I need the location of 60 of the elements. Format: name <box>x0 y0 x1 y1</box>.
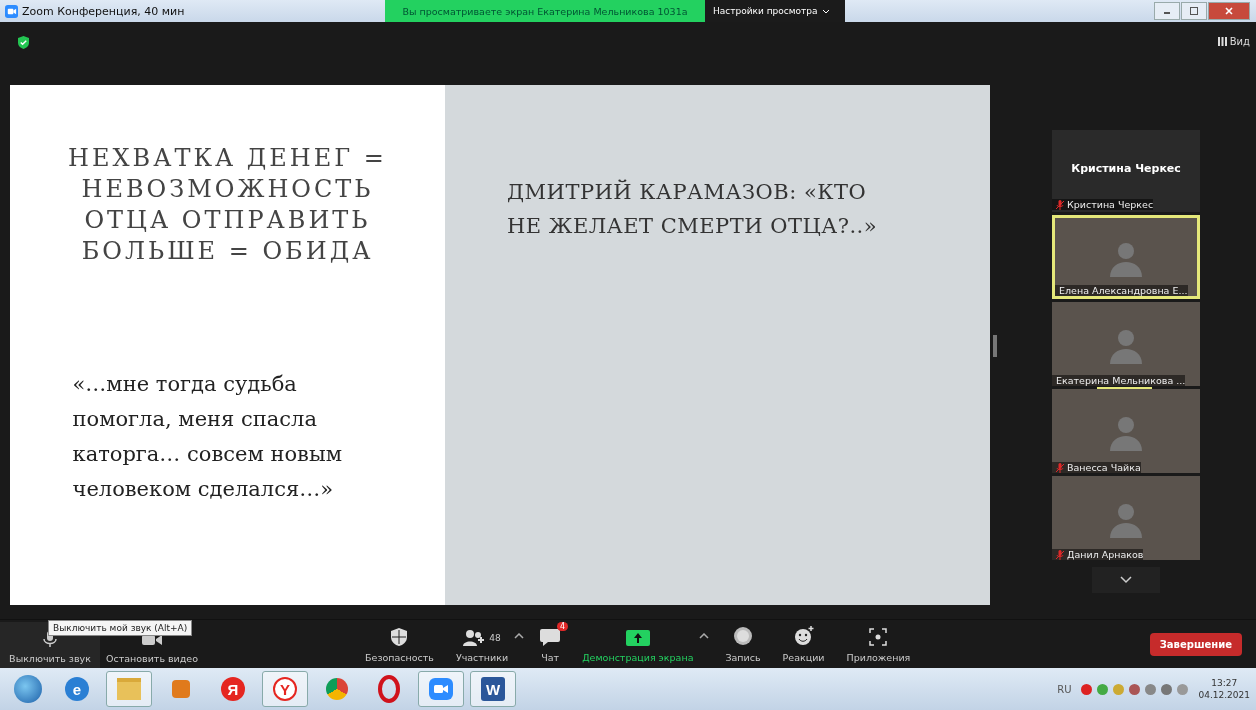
video-camera-icon <box>142 633 162 647</box>
participant-name: Кристина Черкес <box>1071 162 1181 175</box>
windows-orb-icon <box>14 675 42 703</box>
view-options-button[interactable]: Настройки просмотра <box>705 0 845 22</box>
chat-bubble-icon <box>540 628 561 646</box>
grid-icon <box>1217 37 1227 46</box>
chevron-down-icon <box>821 8 830 14</box>
taskbar-app-button[interactable]: Y <box>262 671 308 707</box>
slide-quote: «…мне тогда судьба помогла, меня спасла каторга… совсем новым человеком сделался…» <box>72 371 343 503</box>
caret-up-icon[interactable] <box>514 633 525 639</box>
share-button[interactable]: Демонстрация экрана <box>576 621 700 667</box>
participant-name: Кристина Черкес <box>1067 199 1154 210</box>
taskbar-app-button[interactable]: W <box>470 671 516 707</box>
camera-icon <box>5 4 18 18</box>
shield-icon[interactable] <box>18 36 29 49</box>
close-icon[interactable] <box>1208 2 1250 20</box>
participant-name: Ванесса Чайка <box>1067 462 1141 473</box>
participant-name: Данил Арнаков <box>1067 549 1144 560</box>
ybrowser-letter-icon: Y <box>273 677 297 701</box>
tooltip: Выключить мой звук (Alt+A) <box>48 620 193 636</box>
video-camera-icon <box>429 678 453 700</box>
smiley-icon <box>793 626 814 646</box>
chevron-down-icon <box>1120 576 1132 584</box>
taskbar-app-button[interactable]: Я <box>210 671 256 707</box>
maximize-icon[interactable] <box>1181 2 1207 20</box>
slide-heading: НЕХВАТКА ДЕНЕГ = НЕВОЗМОЖНОСТЬ ОТЦА ОТПРАВИТЬ БОЛЬШЕ = ОБИДА <box>67 143 388 267</box>
record-button[interactable]: Запись <box>719 621 767 667</box>
taskbar-app-button[interactable] <box>106 671 152 707</box>
taskbar-app-button[interactable] <box>418 671 464 707</box>
chat-button[interactable]: 4 Чат <box>534 621 567 667</box>
people-icon <box>463 630 486 646</box>
record-icon <box>733 626 753 646</box>
participant-name: Екатерина Мельникова ... <box>1056 375 1186 386</box>
clock[interactable]: 13:27 04.12.2021 <box>1198 677 1250 701</box>
letter-o-icon <box>378 675 400 703</box>
minimize-icon[interactable] <box>1154 2 1180 20</box>
apps-icon <box>869 628 888 646</box>
resize-handle[interactable] <box>993 335 997 357</box>
participant-count: 48 <box>489 633 501 643</box>
browser-circle-icon <box>326 678 348 700</box>
window-title: Zoom Конференция, 40 мин <box>22 4 185 18</box>
view-button[interactable]: Вид <box>1217 36 1250 47</box>
language-indicator[interactable]: RU <box>1057 683 1072 695</box>
yandex-letter-icon: Я <box>221 677 245 701</box>
shield-icon <box>391 628 408 646</box>
caret-up-icon[interactable] <box>699 633 710 639</box>
participant-name: Елена Александровна Е... <box>1059 285 1188 296</box>
people-button[interactable]: 48 Участники <box>449 621 515 667</box>
folder-icon <box>117 678 141 700</box>
apps-button[interactable]: Приложения <box>840 621 917 667</box>
reactions-button[interactable]: Реакции <box>776 621 831 667</box>
shield-button[interactable]: Безопасность <box>359 621 440 667</box>
unread-badge: 4 <box>557 622 569 631</box>
sharing-banner: Вы просматриваете экран Екатерина Мельникова 1031а <box>385 0 705 22</box>
word-letter-icon: W <box>481 677 505 701</box>
end-meeting-button[interactable]: Завершение <box>1149 632 1242 656</box>
taskbar-app-button[interactable]: e <box>54 671 100 707</box>
slide-heading: ДМИТРИЙ КАРАМАЗОВ: «КТО НЕ ЖЕЛАЕТ СМЕРТИ ОТЦА?..» <box>507 178 879 240</box>
ie-letter-icon: e <box>65 677 89 701</box>
share-screen-icon <box>625 630 650 646</box>
